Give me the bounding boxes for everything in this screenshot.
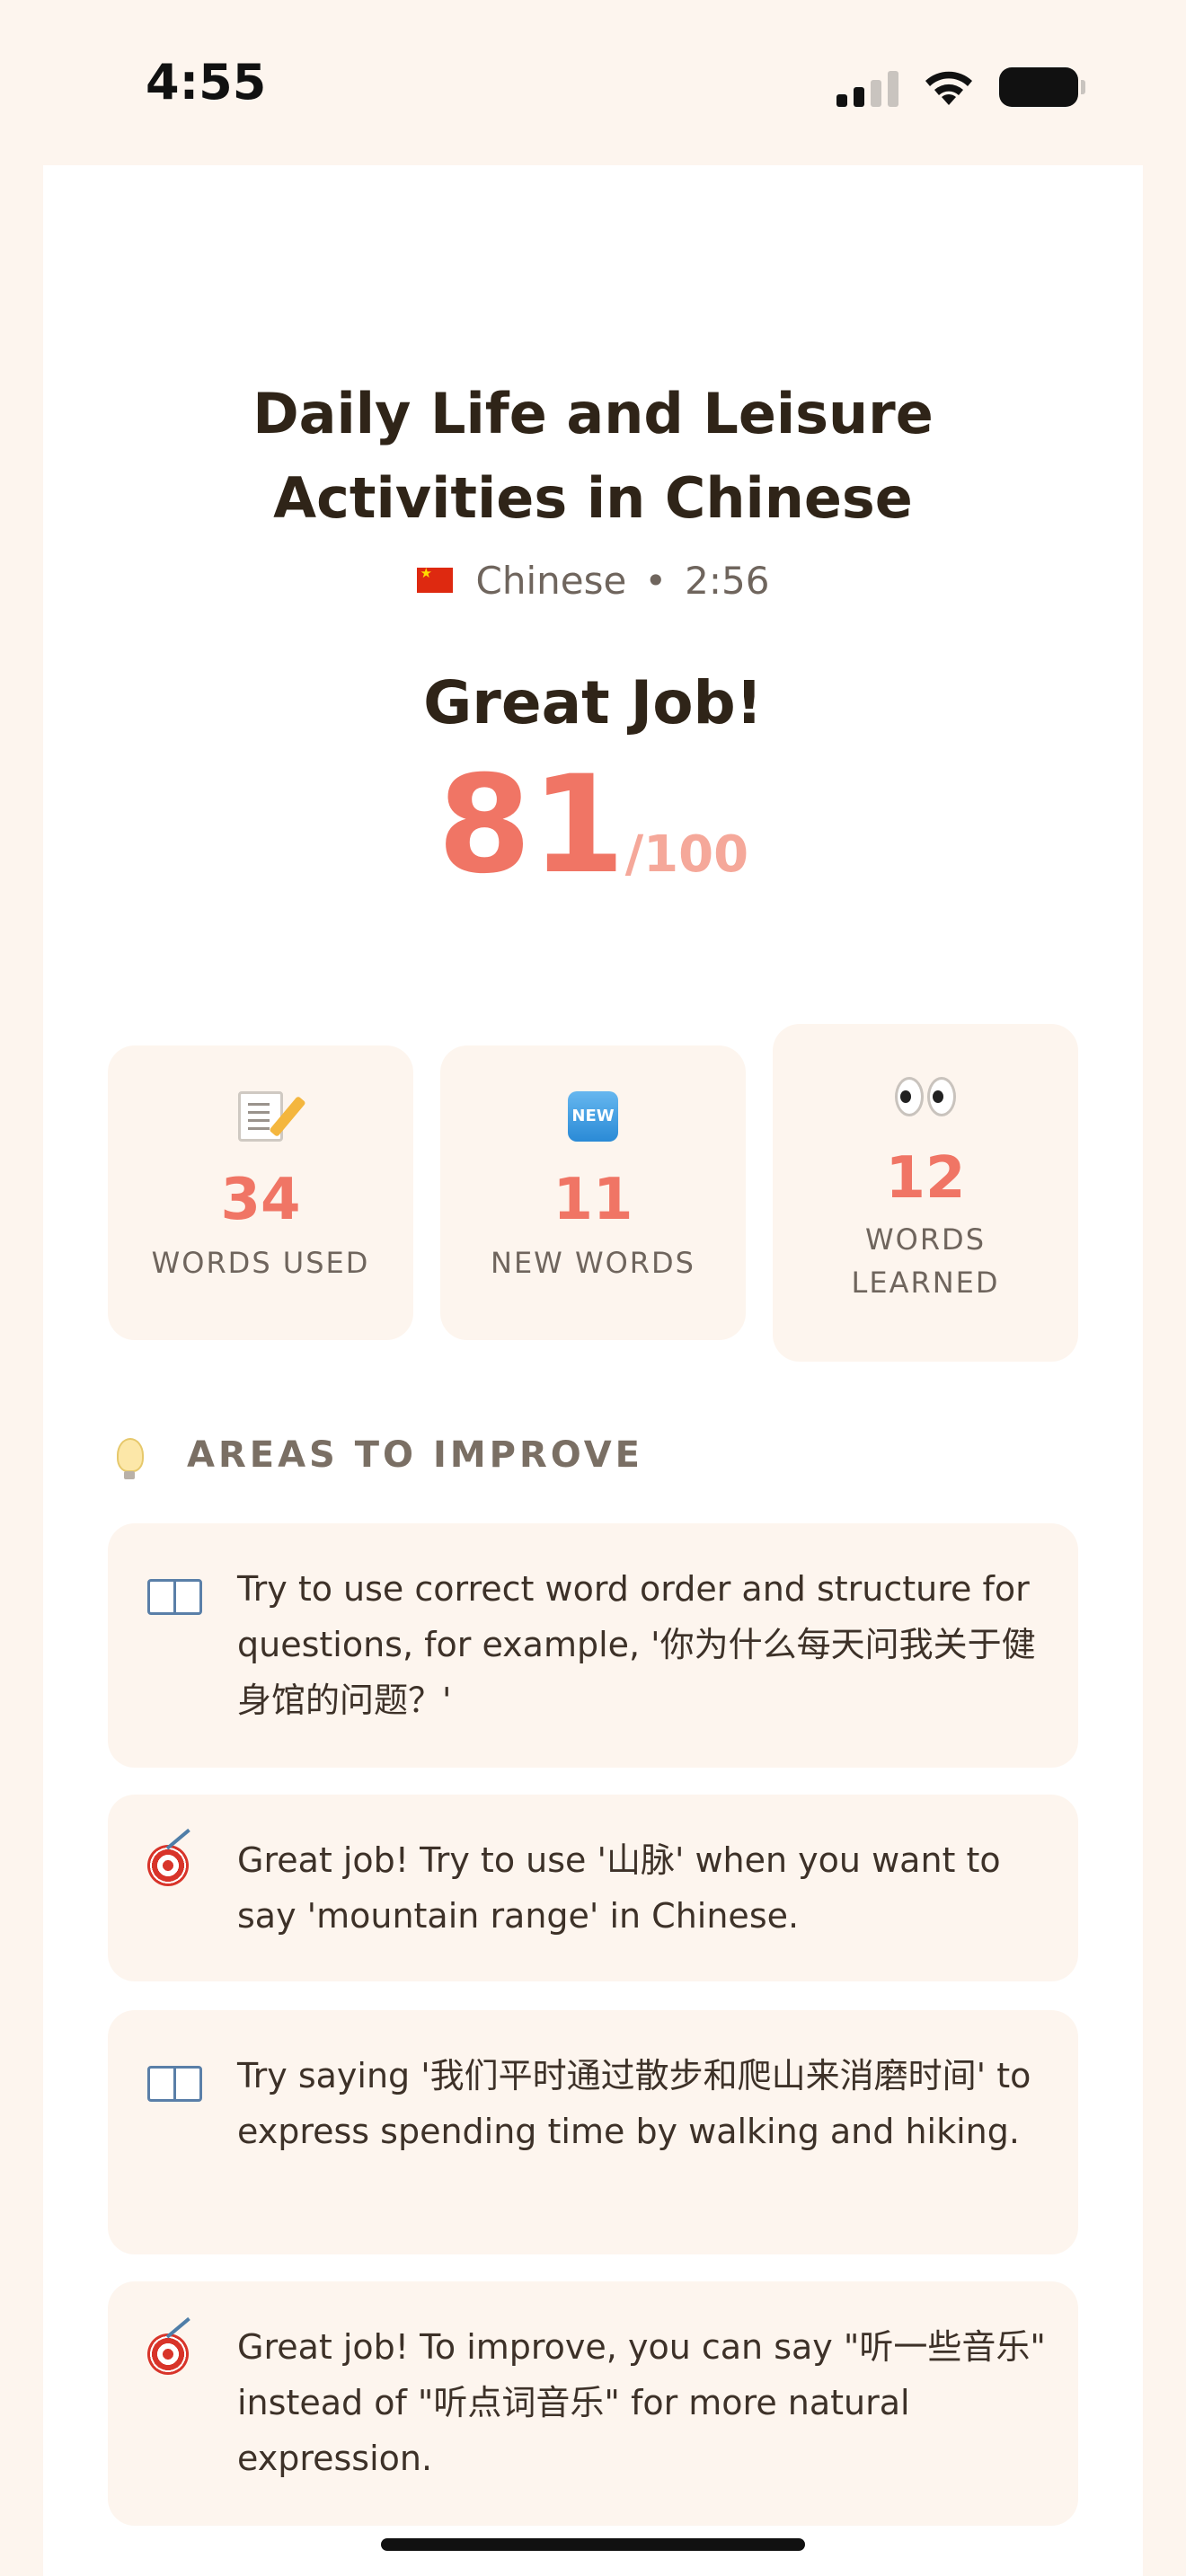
- section-title: AREAS TO IMPROVE: [187, 1434, 644, 1476]
- target-icon: [147, 2333, 189, 2375]
- stat-value: 34: [220, 1167, 301, 1233]
- lesson-duration: 2:56: [685, 559, 770, 603]
- tip-text: Great job! Try to use '山脉' when you want…: [237, 1840, 1001, 1936]
- tip-item: Try to use correct word order and struct…: [108, 1523, 1078, 1768]
- battery-icon: [999, 67, 1085, 107]
- cellular-signal-icon: [836, 67, 898, 107]
- book-icon: [147, 1577, 202, 1615]
- target-icon: [147, 1845, 189, 1886]
- book-icon: [147, 2064, 202, 2102]
- status-bar: 4:55: [0, 0, 1186, 165]
- lesson-language: Chinese: [475, 559, 627, 603]
- stat-label: WORDS LEARNED: [851, 1222, 1000, 1300]
- meta-separator: •: [644, 559, 668, 603]
- screen: 4:55 Daily Life and Leisure Activities i…: [0, 0, 1186, 2576]
- stat-words-used: 34 WORDS USED: [108, 1045, 413, 1340]
- stat-label: WORDS USED: [151, 1246, 370, 1280]
- eyes-icon: [895, 1077, 956, 1116]
- status-time: 4:55: [146, 54, 267, 110]
- score-max: /100: [624, 825, 749, 884]
- result-headline: Great Job!: [423, 668, 763, 737]
- status-icons: [836, 65, 1085, 110]
- results-card: Daily Life and Leisure Activities in Chi…: [43, 165, 1143, 2576]
- tip-item: Great job! To improve, you can say "听一些音…: [108, 2281, 1078, 2526]
- lesson-title: Daily Life and Leisure Activities in Chi…: [252, 381, 934, 531]
- score-value: 81: [437, 747, 625, 904]
- lesson-meta: Chinese • 2:56: [43, 559, 1143, 603]
- lightbulb-icon: [117, 1438, 144, 1479]
- stat-value: 12: [885, 1145, 966, 1212]
- memo-icon: [238, 1091, 283, 1142]
- stat-words-learned: 12 WORDS LEARNED: [773, 1024, 1078, 1362]
- stat-value: 11: [553, 1167, 633, 1233]
- tip-text: Try to use correct word order and struct…: [237, 1569, 1036, 1720]
- score: 81/100: [43, 758, 1143, 893]
- stat-new-words: NEW 11 NEW WORDS: [440, 1045, 746, 1340]
- tip-text: Try saying '我们平时通过散步和爬山来消磨时间' to express…: [237, 2056, 1031, 2151]
- areas-to-improve-header: AREAS TO IMPROVE: [108, 1428, 643, 1482]
- home-indicator[interactable]: [381, 2538, 805, 2551]
- wifi-icon: [925, 71, 972, 105]
- tip-item: Try saying '我们平时通过散步和爬山来消磨时间' to express…: [108, 2010, 1078, 2254]
- china-flag-icon: [416, 565, 453, 593]
- tip-item: Great job! Try to use '山脉' when you want…: [108, 1795, 1078, 1981]
- stat-label: NEW WORDS: [491, 1246, 695, 1280]
- new-icon: NEW: [568, 1091, 618, 1142]
- tip-text: Great job! To improve, you can say "听一些音…: [237, 2327, 1046, 2478]
